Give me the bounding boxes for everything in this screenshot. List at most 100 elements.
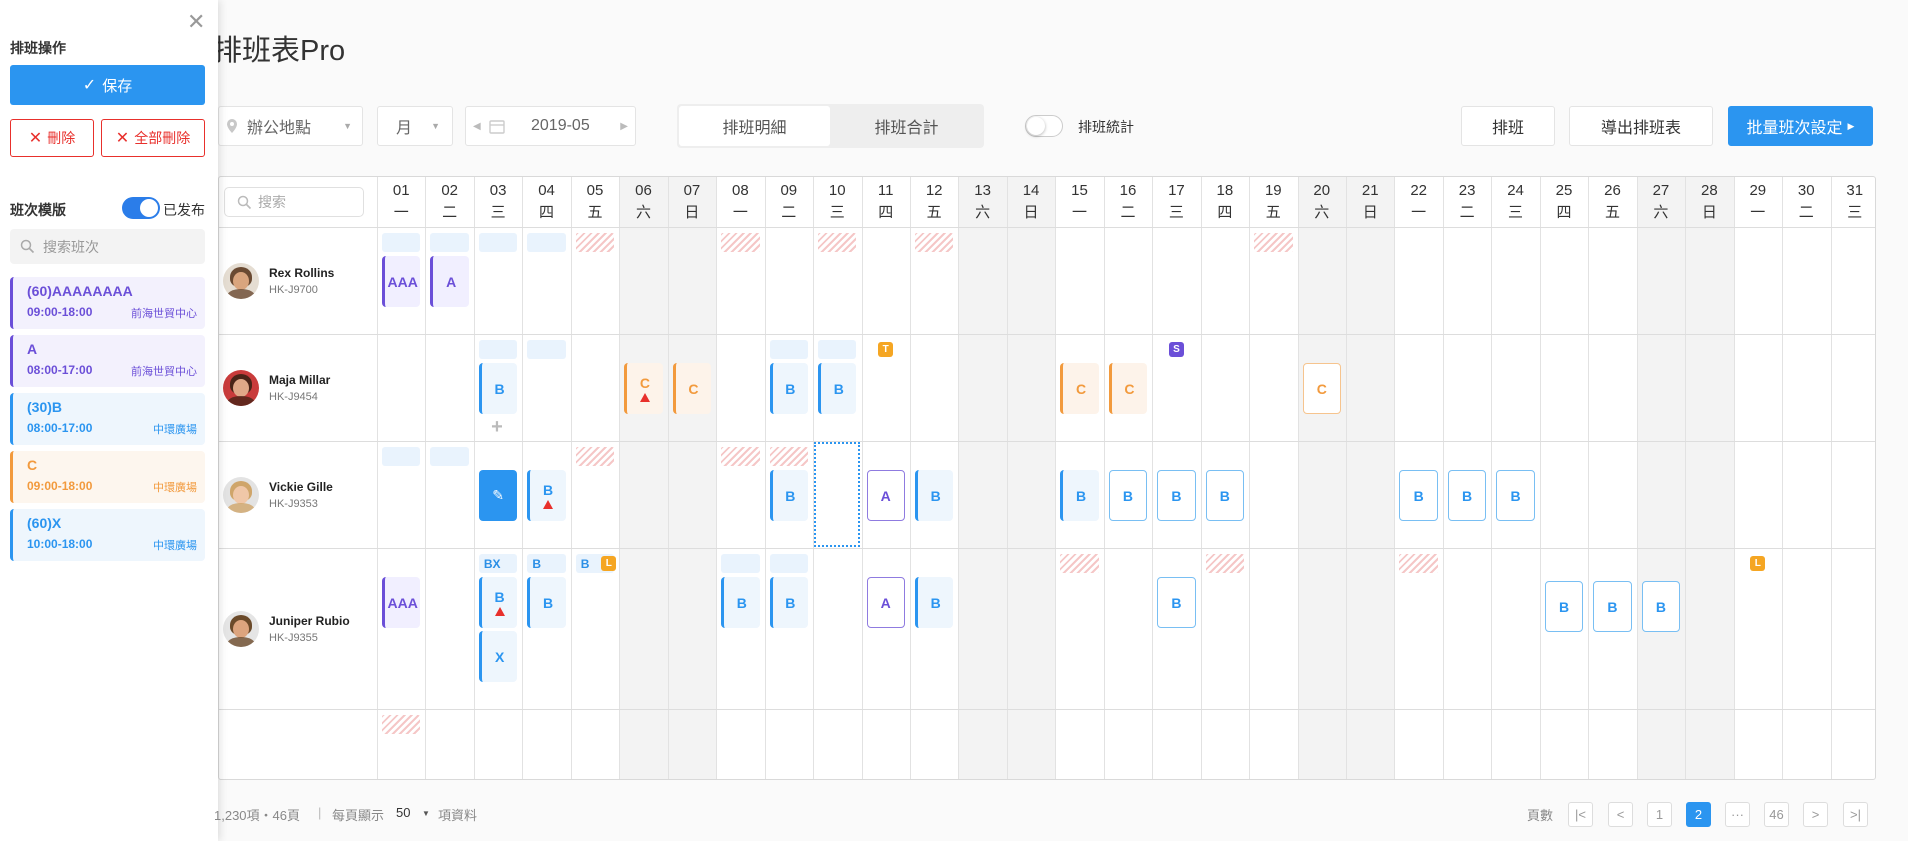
day-header[interactable]: 24 三 [1491,177,1539,227]
shift-cell[interactable]: B [1544,581,1584,632]
shift-cell[interactable]: C [1302,363,1341,414]
employee-cell[interactable]: Juniper Rubio HK-J9355 [219,548,374,709]
day-header[interactable]: 22 一 [1394,177,1442,227]
shift-cell[interactable]: AAA [382,256,421,307]
shift-cell[interactable]: AAA [382,577,421,628]
shift-cell[interactable]: B [527,470,566,521]
day-header[interactable]: 17 三 [1152,177,1200,227]
month-picker[interactable]: ◀ 2019-05 ▶ [465,106,636,146]
export-schedule-button[interactable]: 導出排班表 [1569,106,1713,146]
day-header[interactable]: 05 五 [571,177,619,227]
template-search-input[interactable]: 搜索班次 [10,229,205,264]
per-page-select[interactable]: 50 [396,805,410,820]
publish-toggle[interactable] [122,197,160,219]
day-header[interactable]: 31 三 [1831,177,1876,227]
shift-cell[interactable]: C [1108,363,1148,414]
shift-template-item[interactable]: (60)AAAAAAAA 09:00-18:00 前海世貿中心 [10,277,205,329]
day-header[interactable]: 23 二 [1443,177,1491,227]
shift-cell[interactable]: B [1157,470,1196,521]
shift-cell[interactable]: B [1641,581,1681,632]
day-header[interactable]: 27 六 [1637,177,1685,227]
shift-template-item[interactable]: (60)X 10:00-18:00 中環廣場 [10,509,205,561]
shift-cell[interactable]: B [1157,577,1196,628]
page-46-button[interactable]: 46 [1764,802,1789,827]
shift-cell[interactable]: B [914,470,954,521]
shift-cell[interactable]: B [769,470,809,521]
employee-cell[interactable]: Maja Millar HK-J9454 [219,334,374,441]
day-header[interactable]: 14 日 [1007,177,1055,227]
day-header[interactable]: 30 二 [1782,177,1830,227]
shift-cell[interactable]: C [1060,363,1099,414]
prev-month-icon[interactable]: ◀ [473,121,481,132]
day-header[interactable]: 04 四 [522,177,570,227]
shift-cell[interactable]: B [1496,470,1535,521]
shift-template-item[interactable]: A 08:00-17:00 前海世貿中心 [10,335,205,387]
batch-shift-settings-button[interactable]: 批量班次設定 ▶ [1728,106,1873,146]
selected-cell[interactable] [814,442,861,547]
shift-cell[interactable]: B [721,577,760,628]
day-header[interactable]: 26 五 [1588,177,1636,227]
shift-cell[interactable]: B [1447,470,1487,521]
day-header[interactable]: 08 一 [716,177,764,227]
employee-cell[interactable]: Vickie Gille HK-J9353 [219,441,374,548]
current-page-button[interactable]: 2 [1686,802,1711,827]
day-header[interactable]: 10 三 [813,177,861,227]
shift-cell[interactable]: C [624,363,663,414]
day-header[interactable]: 28 日 [1685,177,1733,227]
shift-cell[interactable]: A [430,256,469,307]
shift-template-item[interactable]: (30)B 08:00-17:00 中環廣場 [10,393,205,445]
next-month-icon[interactable]: ▶ [620,121,628,132]
day-header[interactable]: 18 四 [1201,177,1249,227]
day-header[interactable]: 02 二 [425,177,473,227]
day-header[interactable]: 19 五 [1249,177,1297,227]
day-header[interactable]: 15 一 [1055,177,1103,227]
tab-schedule-total[interactable]: 排班合計 [831,106,982,146]
day-header[interactable]: 21 日 [1346,177,1394,227]
day-header[interactable]: 20 六 [1298,177,1346,227]
page-1-button[interactable]: 1 [1647,802,1672,827]
day-header[interactable]: 01 一 [377,177,425,227]
shift-cell[interactable]: B [478,577,518,628]
shift-cell[interactable]: B [914,577,954,628]
day-header[interactable]: 07 日 [668,177,716,227]
day-header[interactable]: 25 四 [1540,177,1588,227]
first-page-button[interactable]: |< [1568,802,1593,827]
prev-page-button[interactable]: < [1608,802,1633,827]
shift-cell[interactable]: X [478,631,518,682]
shift-cell[interactable]: A [866,577,905,628]
shift-template-item[interactable]: C 09:00-18:00 中環廣場 [10,451,205,503]
schedule-button[interactable]: 排班 [1461,106,1555,146]
edit-shift-button[interactable]: ✎ [478,470,518,521]
add-shift-icon[interactable]: + [491,416,503,439]
delete-all-button[interactable]: ✕ 全部刪除 [101,119,205,157]
day-header[interactable]: 13 六 [958,177,1006,227]
shift-cell[interactable]: C [672,363,712,414]
shift-cell[interactable]: B [1593,581,1632,632]
employee-search-input[interactable]: 搜索 [224,187,364,217]
close-icon[interactable]: ✕ [187,11,205,33]
shift-cell[interactable]: B [478,363,518,414]
day-header[interactable]: 09 二 [765,177,813,227]
shift-cell[interactable]: B [1399,470,1438,521]
shift-cell[interactable]: B [769,577,809,628]
stats-toggle[interactable] [1025,115,1063,137]
shift-cell[interactable]: B [1108,470,1148,521]
day-header[interactable]: 16 二 [1104,177,1152,227]
period-select[interactable]: 月 ▼ [377,106,453,146]
location-select[interactable]: 辦公地點 ▼ [218,106,363,146]
day-header[interactable]: 12 五 [910,177,958,227]
last-page-button[interactable]: >| [1843,802,1868,827]
next-page-button[interactable]: > [1803,802,1828,827]
day-header[interactable]: 06 六 [619,177,667,227]
shift-cell[interactable]: B [1060,470,1099,521]
tab-schedule-detail[interactable]: 排班明細 [679,106,830,146]
shift-cell[interactable]: B [1205,470,1245,521]
shift-cell[interactable]: B [818,363,857,414]
day-header[interactable]: 03 三 [474,177,522,227]
save-button[interactable]: ✓ 保存 [10,65,205,105]
delete-button[interactable]: ✕ 刪除 [10,119,94,157]
day-header[interactable]: 11 四 [862,177,910,227]
shift-cell[interactable]: A [866,470,905,521]
shift-cell[interactable]: B [769,363,809,414]
shift-cell[interactable]: B [527,577,566,628]
